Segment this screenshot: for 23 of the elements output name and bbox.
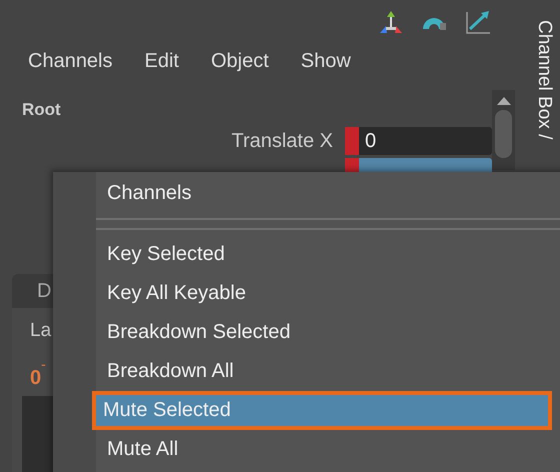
menu-header: Channels	[106, 181, 193, 206]
panel-label: La	[29, 319, 52, 342]
menu-title[interactable]: Edit	[144, 50, 179, 90]
menu-item[interactable]: Breakdown Selected	[96, 313, 550, 352]
node-name: Root	[21, 99, 62, 121]
menu-item[interactable]: Key All Keyable	[96, 274, 550, 313]
scale-tool-icon[interactable]	[464, 9, 492, 35]
menu-item[interactable]: Mute Selected	[92, 391, 552, 430]
value-mark: -	[41, 356, 46, 374]
scroll-up-icon[interactable]	[496, 96, 512, 106]
scroll-thumb[interactable]	[495, 110, 512, 158]
attribute-label: Translate X	[231, 130, 333, 152]
menu-item[interactable]: Key Selected	[96, 235, 550, 274]
menu-item[interactable]: Mute All	[96, 430, 550, 469]
menu-title[interactable]: Show	[300, 50, 351, 90]
value-text: 0	[30, 367, 42, 390]
scrollbar[interactable]	[492, 90, 515, 170]
menu-title[interactable]: Object	[210, 50, 269, 90]
menu-title[interactable]: Channels	[28, 50, 113, 90]
move-tool-icon[interactable]	[378, 9, 404, 35]
attribute-field[interactable]: 0	[359, 127, 492, 155]
key-marker-icon	[345, 127, 359, 155]
menu-item[interactable]: Breakdown All	[96, 352, 550, 391]
